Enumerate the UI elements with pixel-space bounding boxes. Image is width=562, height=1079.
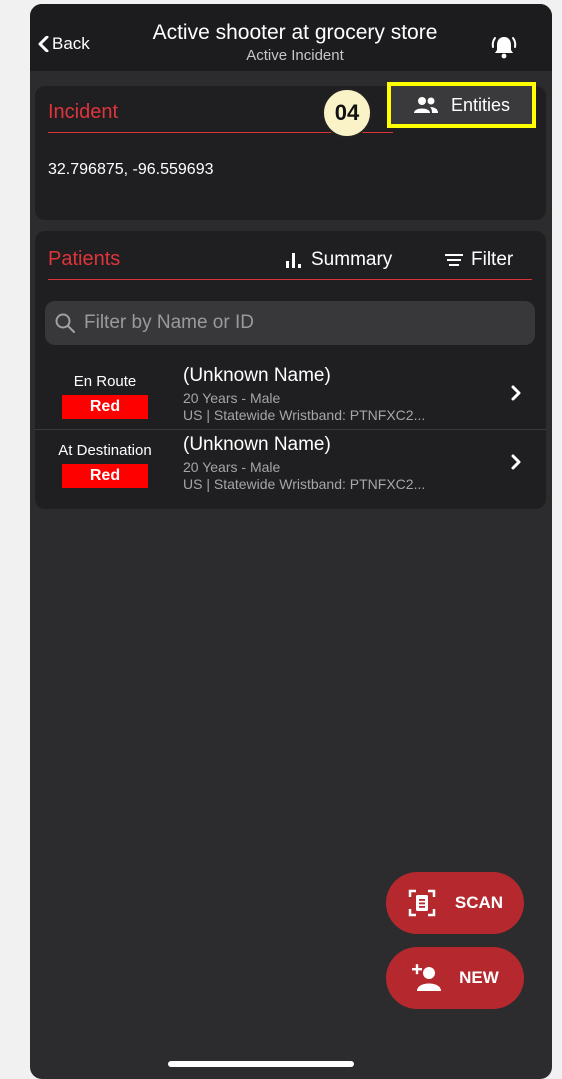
incident-coordinates: 32.796875, -96.559693 bbox=[48, 161, 214, 178]
filter-label: Filter bbox=[471, 249, 514, 270]
app-screen: Back Active shooter at grocery store Act… bbox=[30, 4, 552, 1079]
summary-label: Summary bbox=[311, 249, 393, 270]
callout-badge: 04 bbox=[322, 88, 372, 138]
filter-lines-icon bbox=[445, 254, 463, 266]
patient-age-sex: 20 Years - Male bbox=[183, 390, 281, 406]
page-subtitle: Active Incident bbox=[246, 47, 344, 64]
add-person-icon bbox=[412, 964, 442, 991]
patient-age-sex: 20 Years - Male bbox=[183, 459, 281, 475]
scan-label: SCAN bbox=[454, 893, 504, 912]
chevron-right-icon bbox=[511, 454, 521, 470]
triage-badge: Red bbox=[62, 464, 148, 488]
patient-name: (Unknown Name) bbox=[183, 434, 331, 455]
people-icon bbox=[413, 97, 438, 113]
incident-section-title: Incident bbox=[48, 101, 119, 123]
bar-chart-icon bbox=[286, 253, 301, 268]
summary-button[interactable]: Summary bbox=[285, 249, 392, 271]
new-label: NEW bbox=[459, 968, 499, 987]
scan-id-icon bbox=[408, 889, 436, 917]
back-label: Back bbox=[52, 34, 90, 53]
home-indicator bbox=[168, 1061, 354, 1067]
search-icon bbox=[55, 313, 75, 333]
patient-id: US | Statewide Wristband: PTNFXC2... bbox=[183, 476, 426, 492]
transport-status: At Destination bbox=[58, 442, 152, 459]
page-title: Active shooter at grocery store bbox=[152, 21, 438, 44]
patients-section-title: Patients bbox=[48, 248, 121, 270]
entities-label: Entities bbox=[450, 94, 511, 115]
new-patient-button[interactable]: NEW bbox=[386, 947, 524, 1009]
patient-row[interactable]: En Route Red (Unknown Name) 20 Years - M… bbox=[35, 361, 546, 430]
patient-row[interactable]: At Destination Red (Unknown Name) 20 Yea… bbox=[35, 430, 546, 498]
filter-button[interactable]: Filter bbox=[445, 249, 513, 271]
patients-card: Patients Summary Filter Filter by Name o… bbox=[35, 231, 546, 509]
chevron-right-icon bbox=[511, 385, 521, 401]
chevron-left-icon bbox=[38, 36, 49, 52]
scan-button[interactable]: SCAN bbox=[386, 872, 524, 934]
back-button[interactable]: Back bbox=[38, 34, 90, 54]
patients-divider bbox=[48, 279, 532, 280]
bell-alert-icon[interactable] bbox=[490, 32, 518, 60]
entities-button[interactable]: Entities bbox=[387, 82, 536, 128]
search-field[interactable] bbox=[45, 301, 535, 345]
patient-id: US | Statewide Wristband: PTNFXC2... bbox=[183, 407, 426, 423]
transport-status: En Route bbox=[73, 373, 137, 390]
patient-name: (Unknown Name) bbox=[183, 365, 331, 386]
triage-badge: Red bbox=[62, 395, 148, 419]
search-input[interactable] bbox=[75, 311, 535, 335]
navigation-bar: Back Active shooter at grocery store Act… bbox=[30, 4, 552, 71]
